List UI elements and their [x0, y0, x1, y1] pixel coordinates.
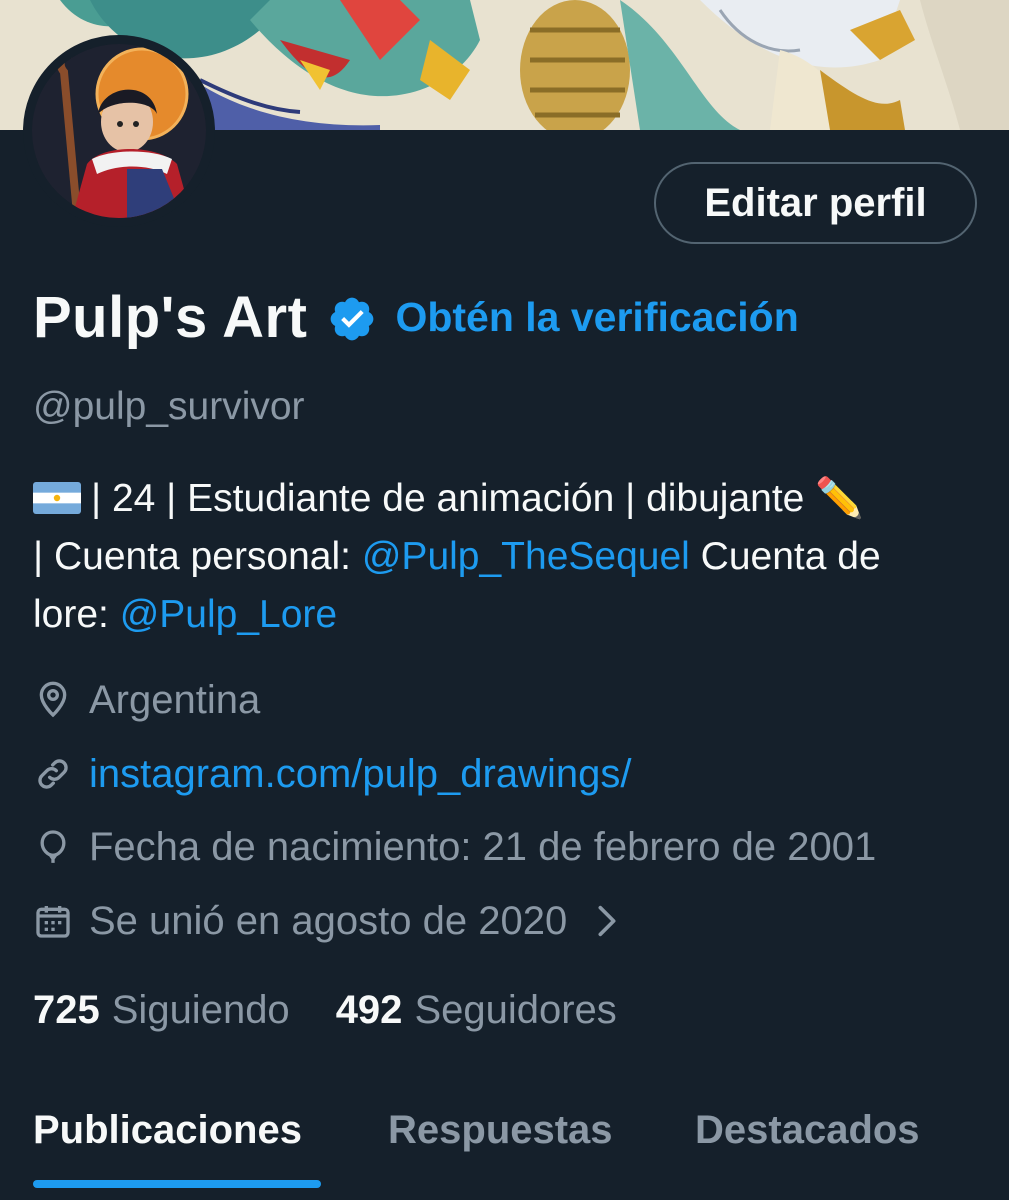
- profile-location: Argentina: [33, 675, 260, 725]
- edit-profile-button[interactable]: Editar perfil: [654, 162, 977, 244]
- website-link[interactable]: instagram.com/pulp_drawings/: [89, 752, 631, 797]
- profile-bio: | 24 | Estudiante de animación | dibujan…: [33, 470, 983, 644]
- joined-text: Se unió en agosto de 2020: [89, 898, 568, 943]
- display-name: Pulp's Art: [33, 284, 308, 350]
- bio-line-3: lore: @Pulp_Lore: [33, 586, 983, 644]
- get-verified-link[interactable]: Obtén la verificación: [395, 294, 798, 341]
- argentina-flag-icon: [33, 482, 81, 514]
- link-icon: [38, 759, 68, 789]
- profile-joined[interactable]: Se unió en agosto de 2020: [33, 896, 621, 946]
- avatar-artwork: [32, 44, 206, 218]
- bio-line-2: | Cuenta personal: @Pulp_TheSequel Cuent…: [33, 528, 983, 586]
- location-text: Argentina: [89, 677, 261, 722]
- verified-badge-icon[interactable]: [327, 294, 377, 344]
- location-pin-icon: [39, 681, 67, 718]
- birthday-text: Fecha de nacimiento: 21 de febrero de 20…: [89, 824, 877, 869]
- profile-name-row: Pulp's Art Obtén la verificación: [33, 282, 799, 352]
- profile-birthday: Fecha de nacimiento: 21 de febrero de 20…: [33, 822, 876, 872]
- followers-count: 492: [335, 987, 403, 1032]
- following-link[interactable]: 725 Siguiendo: [33, 988, 290, 1033]
- profile-stats: 725 Siguiendo 492 Seguidores: [33, 983, 617, 1037]
- tab-publicaciones[interactable]: Publicaciones: [33, 1108, 302, 1153]
- tab-respuestas[interactable]: Respuestas: [388, 1108, 613, 1153]
- bio-line-1: | 24 | Estudiante de animación | dibujan…: [33, 470, 983, 528]
- mention-pulp-lore[interactable]: @Pulp_Lore: [120, 593, 337, 636]
- profile-avatar[interactable]: [23, 35, 215, 227]
- profile-website: instagram.com/pulp_drawings/: [33, 749, 631, 799]
- following-label: Siguiendo: [111, 987, 290, 1032]
- profile-handle: @pulp_survivor: [33, 385, 305, 428]
- followers-label: Seguidores: [414, 987, 617, 1032]
- following-count: 725: [33, 987, 100, 1032]
- tab-destacados[interactable]: Destacados: [695, 1108, 920, 1153]
- active-tab-indicator: [33, 1180, 321, 1188]
- balloon-icon: [40, 830, 66, 863]
- bio-text-4: lore:: [33, 593, 120, 636]
- bio-text-3: Cuenta de: [689, 535, 881, 578]
- calendar-icon: [36, 906, 70, 938]
- chevron-right-icon[interactable]: [593, 901, 621, 941]
- followers-link[interactable]: 492 Seguidores: [336, 988, 617, 1033]
- bio-text-2: | Cuenta personal:: [33, 535, 362, 578]
- bio-text-1: | 24 | Estudiante de animación | dibujan…: [91, 477, 864, 520]
- mention-pulp-thesequel[interactable]: @Pulp_TheSequel: [362, 535, 690, 578]
